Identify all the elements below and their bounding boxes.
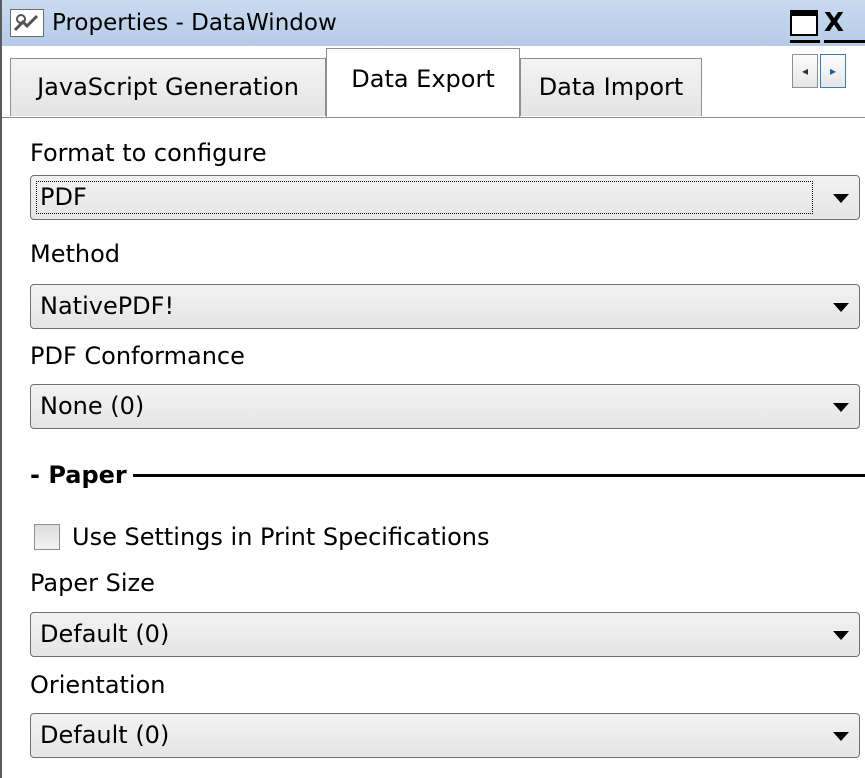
maximize-icon[interactable] [790, 10, 818, 36]
use-print-settings-checkbox[interactable] [34, 524, 60, 550]
title-bar[interactable]: Properties - DataWindow X [2, 0, 865, 47]
maximize-underline [790, 40, 820, 43]
chevron-down-icon [833, 194, 849, 203]
paper-size-dropdown[interactable]: Default (0) [30, 612, 860, 657]
window-title: Properties - DataWindow [52, 10, 337, 36]
paper-size-value: Default (0) [40, 620, 170, 648]
orientation-value: Default (0) [40, 721, 170, 749]
paper-group-title: - Paper [30, 458, 133, 492]
conformance-value: None (0) [40, 392, 145, 420]
chevron-down-icon [833, 403, 849, 412]
tab-javascript-generation[interactable]: JavaScript Generation [10, 58, 326, 116]
properties-window: Properties - DataWindow X JavaScript Gen… [0, 0, 865, 778]
chevron-down-icon [833, 732, 849, 741]
conformance-dropdown[interactable]: None (0) [30, 384, 860, 429]
paper-size-label: Paper Size [30, 569, 155, 597]
paper-group-divider [30, 474, 865, 477]
tab-data-export[interactable]: Data Export [326, 48, 520, 118]
format-label: Format to configure [30, 139, 267, 167]
conformance-label: PDF Conformance [30, 342, 245, 370]
chevron-down-icon [833, 303, 849, 312]
orientation-label: Orientation [30, 671, 166, 699]
tab-strip: JavaScript Generation Data Import Data E… [2, 46, 865, 118]
method-value: NativePDF! [40, 292, 175, 320]
tab-data-import[interactable]: Data Import [520, 58, 702, 116]
method-label: Method [30, 240, 121, 268]
method-dropdown[interactable]: NativePDF! [30, 284, 860, 329]
properties-icon [10, 9, 44, 37]
tab-scroll-right-icon[interactable]: ▸ [820, 54, 846, 88]
tab-scroll-left-icon[interactable]: ◂ [792, 54, 818, 88]
orientation-dropdown[interactable]: Default (0) [30, 713, 860, 758]
focus-ring [36, 181, 813, 214]
format-value: PDF [40, 183, 87, 211]
use-print-settings-label[interactable]: Use Settings in Print Specifications [72, 522, 489, 552]
chevron-down-icon [833, 631, 849, 640]
close-icon[interactable]: X [824, 10, 852, 36]
tab-divider [2, 117, 865, 118]
format-dropdown[interactable]: PDF [30, 175, 860, 220]
close-underline [824, 40, 865, 43]
